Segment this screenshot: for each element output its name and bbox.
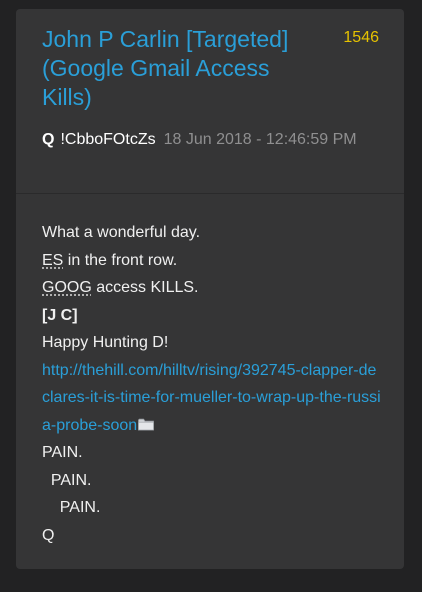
author-name: Q — [42, 131, 55, 148]
body-line: ES in the front row. — [42, 247, 382, 275]
post-card: John P Carlin [Targeted] (Google Gmail A… — [16, 9, 404, 569]
body-line: [J C] — [42, 306, 78, 324]
post-header: John P Carlin [Targeted] (Google Gmail A… — [16, 9, 404, 193]
post-timestamp: 18 Jun 2018 - 12:46:59 PM — [163, 131, 357, 148]
body-line: PAIN. — [42, 499, 101, 516]
article-link[interactable]: http://thehill.com/hilltv/rising/392745-… — [42, 362, 381, 434]
post-meta: Q !CbboFOtcZs 18 Jun 2018 - 12:46:59 PM — [42, 127, 382, 152]
body-line: PAIN. — [42, 471, 92, 489]
signoff: Q — [42, 526, 55, 544]
abbreviation[interactable]: ES — [42, 252, 63, 269]
post-body: What a wonderful day. ES in the front ro… — [42, 219, 382, 549]
body-text: in the front row. — [63, 251, 178, 269]
tripcode: !CbboFOtcZs — [60, 131, 156, 148]
header-divider — [16, 193, 404, 194]
folder-icon[interactable] — [138, 418, 155, 431]
body-text: access KILLS. — [91, 279, 199, 296]
abbreviation[interactable]: GOOG — [42, 279, 92, 296]
body-line: What a wonderful day. — [42, 224, 201, 241]
body-line: PAIN. — [42, 444, 83, 461]
body-line: Happy Hunting D! — [42, 334, 169, 351]
post-title: John P Carlin [Targeted] (Google Gmail A… — [42, 26, 289, 110]
post-number[interactable]: 1546 — [343, 29, 379, 47]
body-line: GOOG access KILLS. — [42, 274, 382, 302]
body-link-line: http://thehill.com/hilltv/rising/392745-… — [42, 357, 382, 440]
